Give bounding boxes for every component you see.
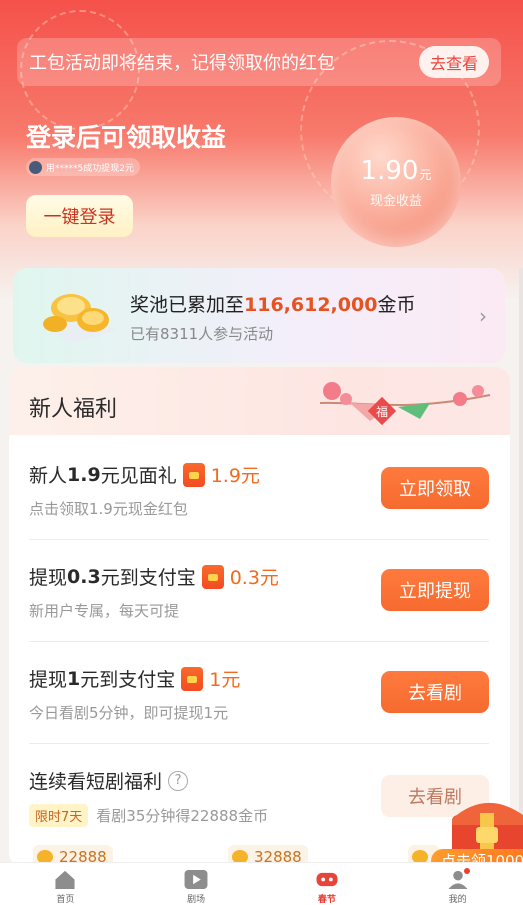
tab-label: 我的 xyxy=(448,895,467,905)
tab-mine[interactable]: 我的 xyxy=(392,863,523,905)
play-icon xyxy=(184,869,208,890)
pool-number: 116,612,000 xyxy=(244,294,378,316)
red-envelope-icon xyxy=(181,666,204,691)
edge-shadow xyxy=(519,268,523,868)
plum-blossom-icon: 福 xyxy=(319,382,491,426)
cash-label: 现金收益 xyxy=(369,193,422,209)
task-reward: 1.9元 xyxy=(210,465,260,487)
cash-amount: 1.90元 xyxy=(360,155,432,186)
divider xyxy=(29,539,489,540)
tab-spring-festival[interactable]: 春节 xyxy=(262,863,393,905)
notice-view-button[interactable]: 去查看 xyxy=(419,46,489,78)
divider xyxy=(29,641,489,642)
avatar xyxy=(29,160,42,174)
task-reward: 1元 xyxy=(209,669,241,691)
red-envelope-icon xyxy=(201,564,224,589)
prize-pool-card[interactable]: 奖池已累加至116,612,000金币 已有8311人参与活动 › xyxy=(13,268,505,363)
tab-home[interactable]: 首页 xyxy=(0,863,131,905)
ticker-text: 用*****5成功提现2元 xyxy=(46,163,134,174)
chevron-right-icon: › xyxy=(479,304,487,328)
one-click-login-button[interactable]: 一键登录 xyxy=(26,195,133,237)
welfare-header: 新人福利 福 xyxy=(9,367,510,435)
pool-participants: 已有8311人参与活动 xyxy=(130,325,274,343)
pool-title: 奖池已累加至116,612,000金币 xyxy=(130,294,416,316)
home-icon xyxy=(55,870,75,890)
red-envelope-icon xyxy=(182,462,205,487)
tab-label: 首页 xyxy=(56,895,75,905)
cash-earnings-ball[interactable]: 1.90元 现金收益 xyxy=(331,117,461,247)
tab-theater[interactable]: 剧场 xyxy=(131,863,262,905)
help-icon[interactable]: ? xyxy=(168,770,189,791)
watch-drama-button[interactable]: 去看剧 xyxy=(381,671,489,713)
task-reward: 0.3元 xyxy=(229,567,279,589)
login-title: 登录后可领取收益 xyxy=(26,123,227,152)
svg-text:福: 福 xyxy=(376,404,388,419)
tab-label: 剧场 xyxy=(187,895,206,905)
claim-now-button[interactable]: 立即领取 xyxy=(381,467,489,509)
tab-label: 春节 xyxy=(317,895,336,905)
spring-festival-icon xyxy=(316,872,338,887)
bottom-tab-bar: 首页 剧场 春节 我的 xyxy=(0,862,523,905)
withdraw-ticker: 用*****5成功提现2元 xyxy=(26,158,140,176)
gold-coins-icon xyxy=(41,294,117,344)
notice-bar: 工包活动即将结束，记得领取你的红包 去查看 xyxy=(17,38,501,86)
notice-text: 工包活动即将结束，记得领取你的红包 xyxy=(29,53,335,74)
divider xyxy=(29,743,489,744)
welfare-title: 新人福利 xyxy=(29,397,118,422)
limited-time-tag: 限时7天 xyxy=(29,804,89,827)
withdraw-now-button[interactable]: 立即提现 xyxy=(381,569,489,611)
